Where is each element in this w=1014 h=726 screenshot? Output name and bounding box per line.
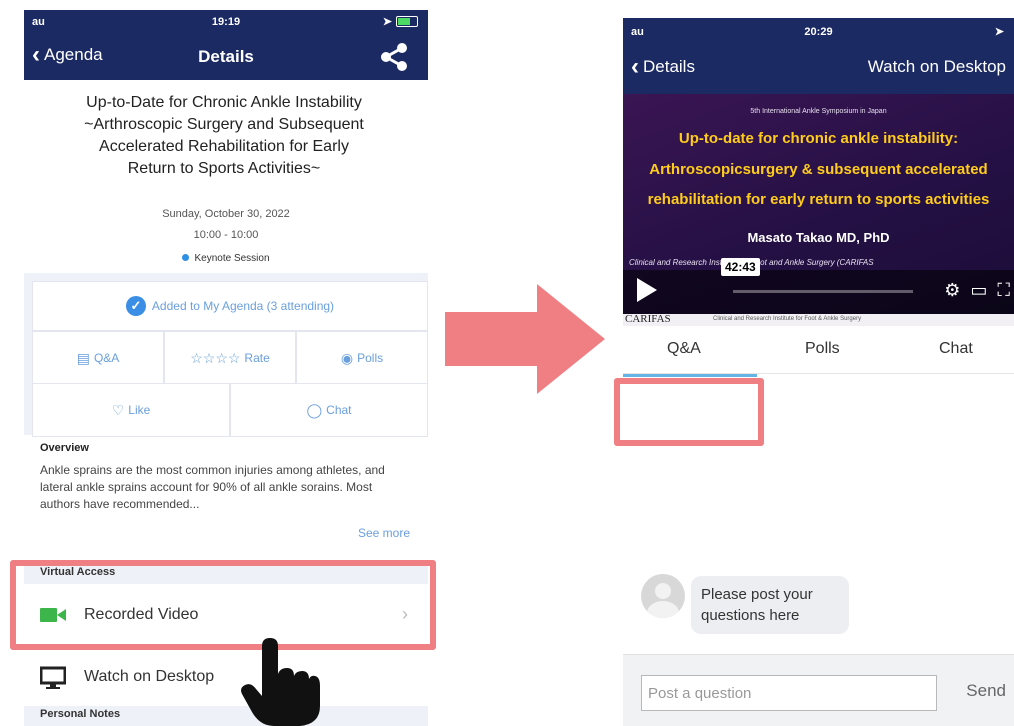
like-button[interactable]: ♡ Like [32,383,230,437]
chat-button[interactable]: ◯ Chat [230,383,428,437]
play-icon[interactable] [637,278,657,302]
overview-heading: Overview [40,442,89,454]
location-icon: ➤ [382,16,392,28]
gear-icon[interactable]: ⚙ [944,280,960,301]
video-scrubber[interactable] [733,290,913,293]
polls-icon: ◉ [340,349,354,366]
session-type-badge: Keynote Session [24,253,428,264]
video-symposium-text: 5th International Ankle Symposium in Jap… [750,108,887,115]
agenda-label: Added to My Agenda (3 attending) [151,299,335,313]
chat-icon: ◯ [306,401,323,418]
location-icon: ➤ [994,26,1004,38]
tab-chat[interactable]: Chat [939,340,973,358]
chat-label: Chat [326,403,352,417]
question-input-bar: Send [623,654,1014,726]
watch-on-desktop-button[interactable]: Watch on Desktop [868,57,1006,77]
monitor-icon [40,666,66,689]
carifas-logo: CARIFAS [625,313,671,325]
video-title-line-3: rehabilitation for early return to sport… [647,191,990,208]
share-icon[interactable] [378,42,410,72]
video-player[interactable]: 5th International Ankle Symposium in Jap… [623,94,1014,326]
dot-icon [182,254,190,261]
tab-polls[interactable]: Polls [805,340,840,358]
rate-label: Rate [244,351,270,365]
like-label: Like [128,403,151,417]
session-type-label: Keynote Session [194,253,270,264]
qa-icon: ▤ [76,349,90,366]
video-duration: 42:43 [721,258,760,276]
status-bar: au 19:19 ➤ [24,14,428,32]
star-icon: ☆☆☆☆ [190,349,241,366]
video-title-line-2: Arthroscopicsurgery & subsequent acceler… [649,161,988,178]
video-institute: Clinical and Research Institute for Foot… [629,258,874,267]
video-footer: CARIFAS Clinical and Research Institute … [623,313,1014,326]
avatar-icon [641,574,685,618]
tab-active-indicator [623,374,757,377]
watch-on-desktop-label: Watch on Desktop [84,668,215,685]
status-indicators: ➤ [383,15,418,28]
chevron-left-icon: ‹ [631,53,639,80]
page-title: Details [198,47,254,66]
battery-icon [396,16,418,27]
polls-label: Polls [357,351,384,365]
action-grid: ✓ Added to My Agenda (3 attending) ▤ Q&A… [24,273,428,437]
session-time: 10:00 - 10:00 [193,229,259,241]
overview-text: Ankle sprains are the most common injuri… [40,463,385,511]
fullscreen-icon[interactable]: ⛶ [997,280,1010,301]
tab-qa[interactable]: Q&A [667,340,701,358]
video-title-line-1: Up-to-date for chronic ankle instability… [678,130,959,147]
check-circle-icon: ✓ [125,296,146,316]
question-input[interactable] [641,675,937,711]
status-time: 19:19 [211,16,241,28]
send-button[interactable]: Send [966,681,1006,701]
polls-button[interactable]: ◉ Polls [296,331,428,385]
status-indicators-right: ➤ [995,25,1004,38]
highlight-box-recorded-video [10,560,436,650]
prompt-bubble: Please post your questions here [691,576,849,634]
back-button-details[interactable]: ‹ Details [631,53,695,80]
heart-icon: ♡ [111,401,125,418]
see-more-link[interactable]: See more [358,526,410,540]
navbar: au 19:19 ➤ ‹ Agenda Details [24,10,428,80]
arrow-icon [445,284,605,394]
back-label-details: Details [643,57,695,76]
hand-pointer-icon [241,638,320,726]
highlight-box-qa-area [614,378,764,446]
added-to-agenda-button[interactable]: ✓ Added to My Agenda (3 attending) [32,281,428,331]
video-controls: 42:43 ⚙ ▭ ⛶ [623,258,1014,314]
navbar-right: au 20:29 ➤ ‹ Details Watch on Desktop [623,18,1014,94]
video-footer-text: Clinical and Research Institute for Foot… [713,316,862,322]
personal-notes-header: Personal Notes [24,706,428,726]
qa-label: Q&A [93,351,120,365]
tab-bar: Q&A Polls Chat [623,332,1014,374]
rate-button[interactable]: ☆☆☆☆ Rate [164,331,296,385]
watch-on-desktop-row[interactable]: Watch on Desktop [24,656,428,700]
session-date: Sunday, October 30, 2022 [162,208,290,220]
airplay-icon[interactable]: ▭ [970,280,987,301]
video-author: Masato Takao MD, PhD [747,230,890,245]
qa-button[interactable]: ▤ Q&A [32,331,164,385]
status-bar-right: au 20:29 ➤ [623,24,1014,42]
right-phone-screen: au 20:29 ➤ ‹ Details Watch on Desktop 5t… [623,18,1014,726]
status-time-right: 20:29 [804,26,833,38]
session-title: Up-to-Date for Chronic Ankle Instability… [84,94,364,177]
